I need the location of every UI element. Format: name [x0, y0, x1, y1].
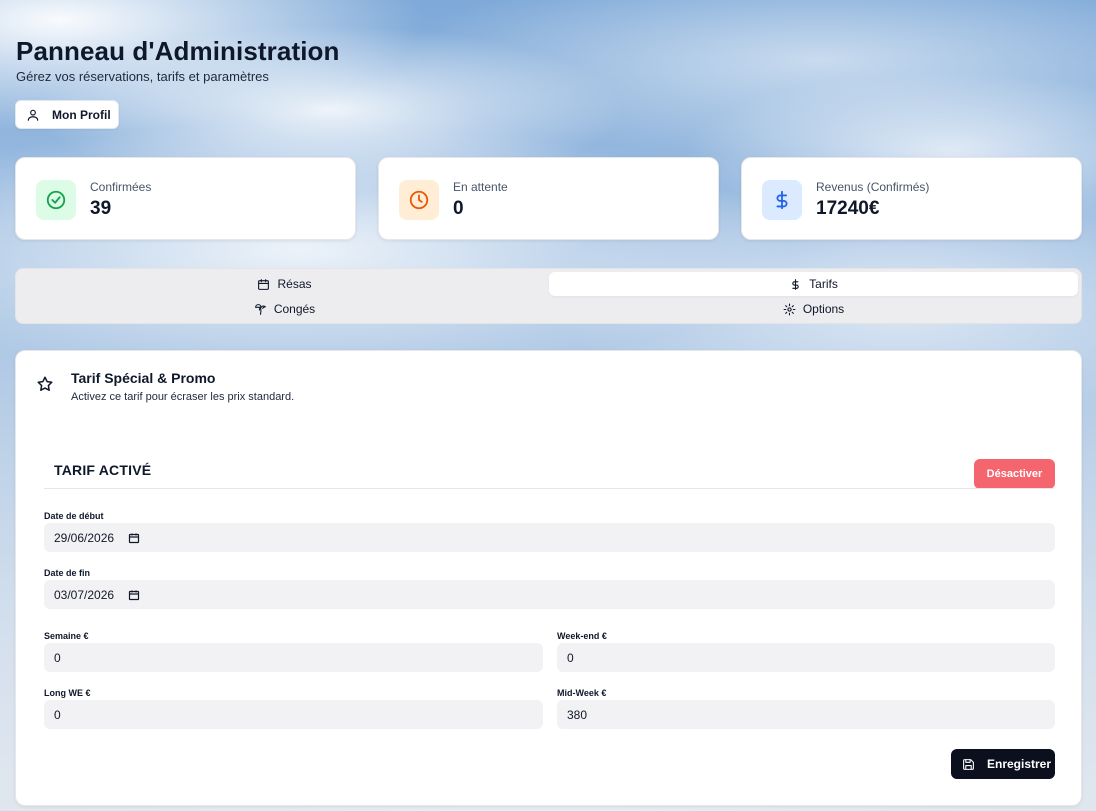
end-date-label: Date de fin [44, 568, 91, 578]
clock-icon [409, 190, 429, 210]
profile-button[interactable]: Mon Profil [15, 100, 119, 129]
end-date-value: 03/07/2026 [54, 587, 115, 602]
page-title: Panneau d'Administration [16, 36, 340, 66]
stat-label: Confirmées [90, 180, 152, 194]
palm-tree-icon [254, 303, 266, 315]
save-button-label: Enregistrer [987, 757, 1052, 771]
dollar-icon [776, 190, 788, 210]
user-icon [27, 109, 39, 121]
section-description: Activez ce tarif pour écraser les prix s… [71, 391, 295, 403]
tab-bar: Résas Tarifs Congés Options [15, 268, 1082, 324]
profile-button-label: Mon Profil [52, 107, 111, 122]
status-title: TARIF ACTIVÉ [54, 462, 152, 478]
stat-value: 39 [90, 198, 112, 219]
week-price-input[interactable]: 0 [44, 643, 543, 672]
end-date-field[interactable]: 03/07/2026 [44, 580, 1055, 609]
tab-options[interactable]: Options [549, 297, 1078, 321]
weekend-price-input[interactable]: 0 [557, 643, 1055, 672]
star-icon [37, 376, 53, 391]
midweek-price-label: Mid-Week € [557, 688, 607, 698]
calendar-icon[interactable] [128, 532, 140, 544]
save-button[interactable]: Enregistrer [951, 749, 1055, 779]
tab-tarifs[interactable]: Tarifs [549, 272, 1078, 296]
stat-label: En attente [453, 180, 508, 194]
stat-value: 17240€ [816, 198, 880, 219]
long-we-price-input[interactable]: 0 [44, 700, 543, 729]
promo-card: Tarif Spécial & Promo Activez ce tarif p… [15, 350, 1082, 806]
page-subtitle: Gérez vos réservations, tarifs et paramè… [16, 69, 269, 84]
stat-card-revenue: Revenus (Confirmés) 17240€ [741, 157, 1082, 240]
midweek-price-input[interactable]: 380 [557, 700, 1055, 729]
start-date-value: 29/06/2026 [54, 530, 115, 545]
dollar-icon [792, 278, 799, 290]
tab-label: Résas [277, 277, 312, 291]
long-we-price-label: Long WE € [44, 688, 91, 698]
start-date-label: Date de début [44, 511, 104, 521]
check-circle-icon [46, 190, 66, 210]
start-date-field[interactable]: 29/06/2026 [44, 523, 1055, 552]
save-icon [963, 758, 974, 770]
tab-label: Tarifs [809, 277, 838, 291]
stat-icon-wrap [36, 180, 76, 220]
calendar-icon[interactable] [128, 589, 140, 601]
deactivate-button[interactable]: Désactiver [974, 459, 1055, 489]
gear-icon [783, 303, 796, 315]
tab-conges[interactable]: Congés [20, 297, 549, 321]
stat-card-pending: En attente 0 [378, 157, 719, 240]
stat-label: Revenus (Confirmés) [816, 180, 930, 194]
week-price-label: Semaine € [44, 631, 89, 641]
tab-label: Congés [273, 302, 316, 316]
tab-resas[interactable]: Résas [20, 272, 549, 296]
stat-icon-wrap [399, 180, 439, 220]
tab-label: Options [802, 302, 845, 316]
stat-value: 0 [453, 198, 464, 219]
weekend-price-label: Week-end € [557, 631, 607, 641]
divider [44, 488, 1054, 489]
stat-icon-wrap [762, 180, 802, 220]
calendar-icon [258, 278, 270, 290]
section-title: Tarif Spécial & Promo [71, 370, 216, 386]
stat-card-confirmed: Confirmées 39 [15, 157, 356, 240]
